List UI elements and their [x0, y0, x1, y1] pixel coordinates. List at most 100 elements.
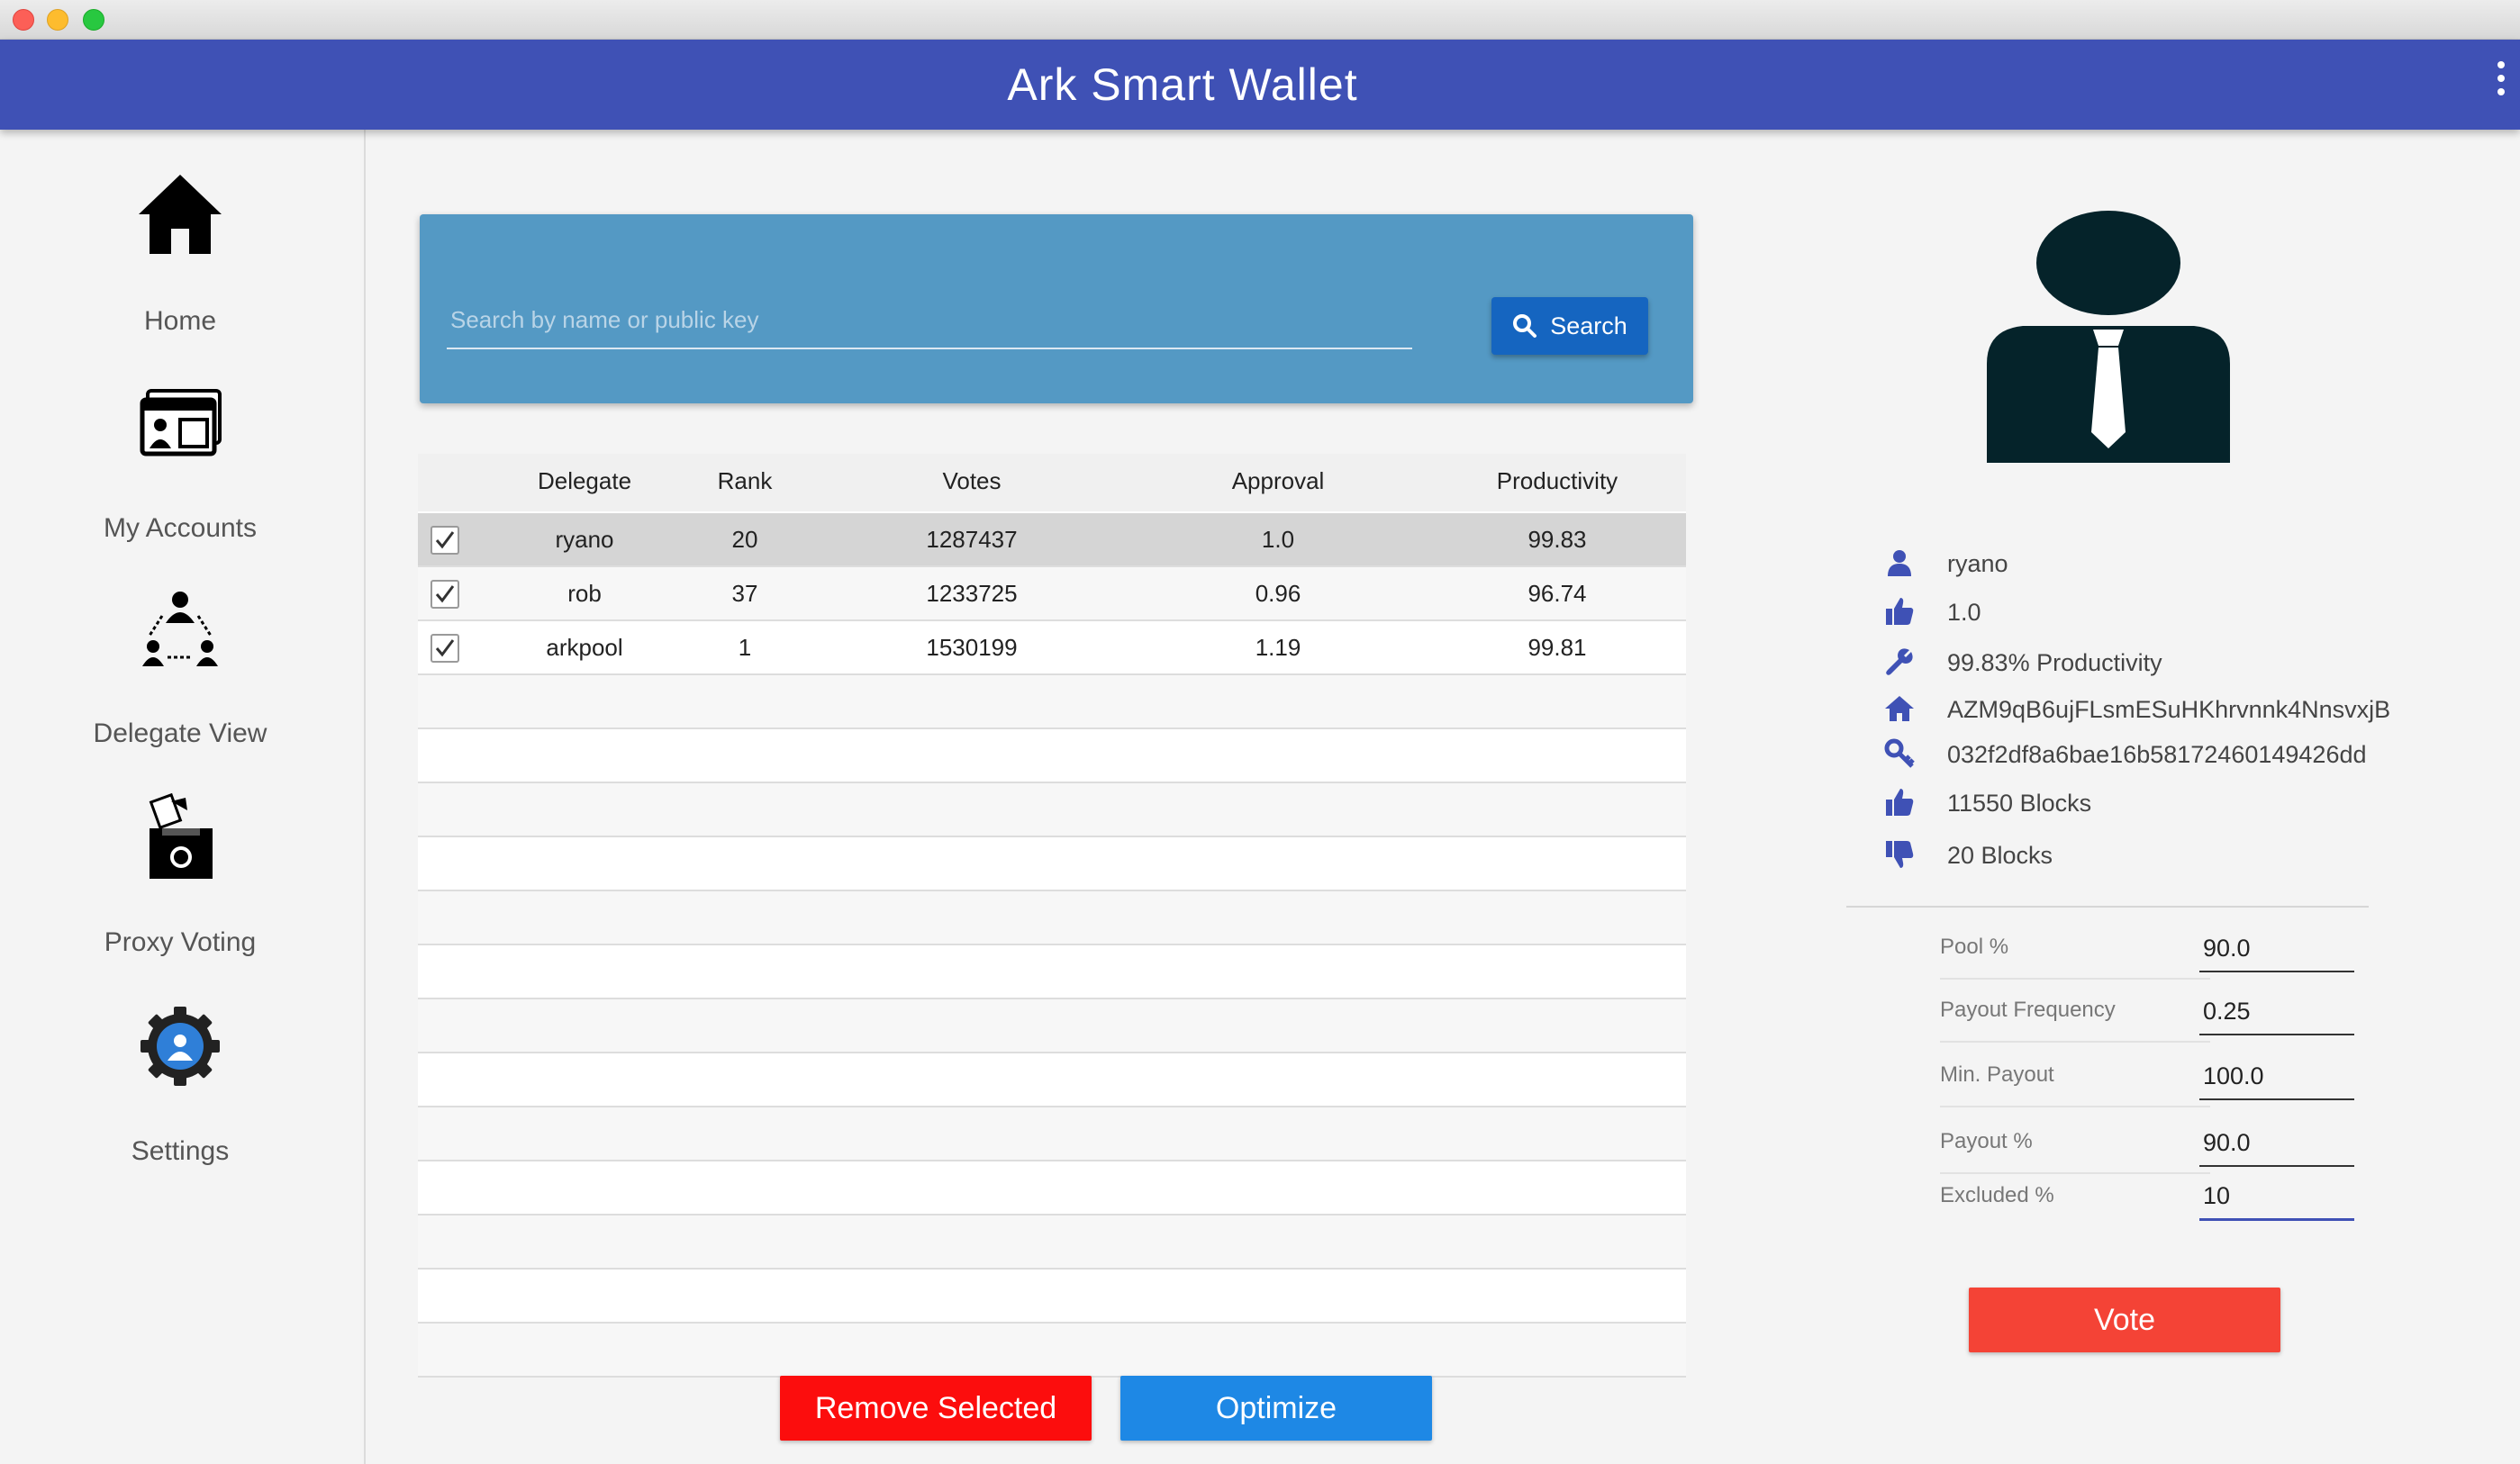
cell-rank: 1	[738, 634, 752, 661]
search-button[interactable]: Search	[1491, 297, 1648, 355]
sidebar-item-label: Settings	[131, 1136, 230, 1166]
column-header-rank[interactable]: Rank	[688, 454, 802, 511]
empty-table-row[interactable]	[418, 999, 1686, 1053]
delegate-table: Delegate Rank Votes Approval Productivit…	[418, 454, 1686, 1378]
sidebar-item-label: My Accounts	[103, 513, 258, 543]
pool-percent-label: Pool %	[1940, 935, 2009, 959]
sidebar-item-label: Proxy Voting	[104, 927, 257, 957]
empty-table-row[interactable]	[418, 783, 1686, 837]
delegate-network-icon	[142, 592, 218, 666]
delegate-avatar-icon	[1987, 211, 2230, 463]
empty-table-row[interactable]	[418, 675, 1686, 729]
excluded-percent-input[interactable]	[2199, 1174, 2354, 1221]
cell-productivity: 99.83	[1527, 526, 1587, 553]
empty-table-row[interactable]	[418, 1324, 1686, 1378]
pool-percent-field: Pool %	[1940, 920, 2358, 980]
sidebar-item-delegate-view[interactable]: Delegate View	[0, 583, 360, 748]
detail-name: ryano	[1947, 550, 2008, 577]
table-row[interactable]: rob 37 1233725 0.96 96.74	[418, 567, 1686, 621]
accounts-icon	[140, 389, 222, 456]
more-options-icon[interactable]	[2495, 61, 2507, 106]
cell-approval: 0.96	[1255, 580, 1301, 607]
sidebar: Home My Accounts Delegate View Proxy Vot…	[0, 130, 366, 1464]
row-checkbox[interactable]	[431, 526, 459, 555]
row-checkbox[interactable]	[431, 580, 459, 609]
empty-table-row[interactable]	[418, 1107, 1686, 1161]
detail-produced-blocks-row: 11550 Blocks	[1884, 785, 2515, 821]
table-row[interactable]: arkpool 1 1530199 1.19 99.81	[418, 621, 1686, 675]
search-input[interactable]	[447, 292, 1412, 349]
row-checkbox[interactable]	[431, 634, 459, 663]
detail-productivity: 99.83% Productivity	[1947, 649, 2162, 676]
wrench-icon	[1886, 648, 1913, 675]
detail-address: AZM9qB6ujFLsmESuHKhrvnnk4NnsvxjB	[1947, 696, 2391, 723]
detail-productivity-row: 99.83% Productivity	[1884, 645, 2515, 681]
sidebar-item-label: Delegate View	[93, 718, 267, 748]
detail-address-row: AZM9qB6ujFLsmESuHKhrvnnk4NnsvxjB	[1884, 691, 2515, 727]
payout-frequency-input[interactable]	[2199, 989, 2354, 1035]
payout-frequency-field: Payout Frequency	[1940, 983, 2358, 1043]
empty-table-row[interactable]	[418, 837, 1686, 891]
detail-public-key: 032f2df8a6bae16b58172460149426dd	[1947, 741, 2367, 768]
cell-approval: 1.19	[1255, 634, 1301, 661]
search-icon	[1513, 314, 1537, 338]
window-titlebar	[0, 0, 2520, 40]
thumbs-down-icon	[1886, 841, 1914, 868]
sidebar-item-settings[interactable]: Settings	[0, 1001, 360, 1166]
search-panel: Search	[420, 214, 1693, 403]
cell-rank: 20	[731, 526, 758, 553]
minimize-window-button[interactable]	[47, 9, 68, 31]
sidebar-item-proxy-voting[interactable]: Proxy Voting	[0, 792, 360, 957]
empty-table-row[interactable]	[418, 1161, 1686, 1215]
key-icon	[1884, 738, 1915, 768]
user-icon	[1888, 550, 1911, 576]
detail-public-key-row: 032f2df8a6bae16b58172460149426dd	[1884, 737, 2515, 773]
detail-missed-blocks-row: 20 Blocks	[1884, 837, 2515, 873]
detail-approval-row: 1.0	[1884, 594, 2515, 630]
remove-selected-button[interactable]: Remove Selected	[780, 1376, 1092, 1441]
sidebar-item-my-accounts[interactable]: My Accounts	[0, 378, 360, 543]
empty-table-row[interactable]	[418, 1270, 1686, 1324]
cell-productivity: 96.74	[1527, 580, 1587, 607]
vote-button[interactable]: Vote	[1969, 1288, 2280, 1352]
excluded-percent-field: Excluded %	[1940, 1169, 2358, 1228]
thumbs-up-icon	[1886, 598, 1914, 625]
maximize-window-button[interactable]	[83, 9, 104, 31]
empty-table-row[interactable]	[418, 1053, 1686, 1107]
sidebar-item-home[interactable]: Home	[0, 171, 360, 336]
cell-delegate: arkpool	[546, 634, 623, 661]
empty-table-row[interactable]	[418, 945, 1686, 999]
min-payout-input[interactable]	[2199, 1053, 2354, 1100]
payout-percent-field: Payout %	[1940, 1115, 2358, 1174]
column-header-delegate[interactable]: Delegate	[490, 454, 679, 511]
cell-votes: 1530199	[926, 634, 1018, 661]
close-window-button[interactable]	[13, 9, 34, 31]
details-divider	[1846, 906, 2369, 908]
thumbs-up-icon	[1886, 789, 1914, 816]
cell-productivity: 99.81	[1527, 634, 1587, 661]
detail-missed-blocks: 20 Blocks	[1947, 842, 2053, 869]
table-row[interactable]: ryano 20 1287437 1.0 99.83	[418, 513, 1686, 567]
pool-percent-input[interactable]	[2199, 926, 2354, 972]
optimize-button[interactable]: Optimize	[1120, 1376, 1432, 1441]
empty-table-row[interactable]	[418, 729, 1686, 783]
min-payout-label: Min. Payout	[1940, 1062, 2054, 1087]
cell-delegate: rob	[567, 580, 602, 607]
table-header: Delegate Rank Votes Approval Productivit…	[418, 454, 1686, 511]
empty-table-row[interactable]	[418, 1215, 1686, 1270]
column-header-productivity[interactable]: Productivity	[1418, 454, 1697, 511]
house-icon	[1885, 696, 1914, 721]
detail-approval: 1.0	[1947, 599, 1981, 626]
detail-name-row: ryano	[1884, 546, 2515, 582]
home-icon	[139, 175, 222, 254]
detail-produced-blocks: 11550 Blocks	[1947, 790, 2092, 817]
empty-table-row[interactable]	[418, 891, 1686, 945]
search-button-label: Search	[1550, 312, 1627, 339]
column-header-votes[interactable]: Votes	[823, 454, 1120, 511]
column-header-approval[interactable]: Approval	[1138, 454, 1418, 511]
cell-votes: 1233725	[926, 580, 1018, 607]
cell-delegate: ryano	[555, 526, 614, 553]
payout-percent-input[interactable]	[2199, 1120, 2354, 1167]
ballot-box-icon	[149, 792, 213, 879]
excluded-percent-label: Excluded %	[1940, 1183, 2054, 1207]
